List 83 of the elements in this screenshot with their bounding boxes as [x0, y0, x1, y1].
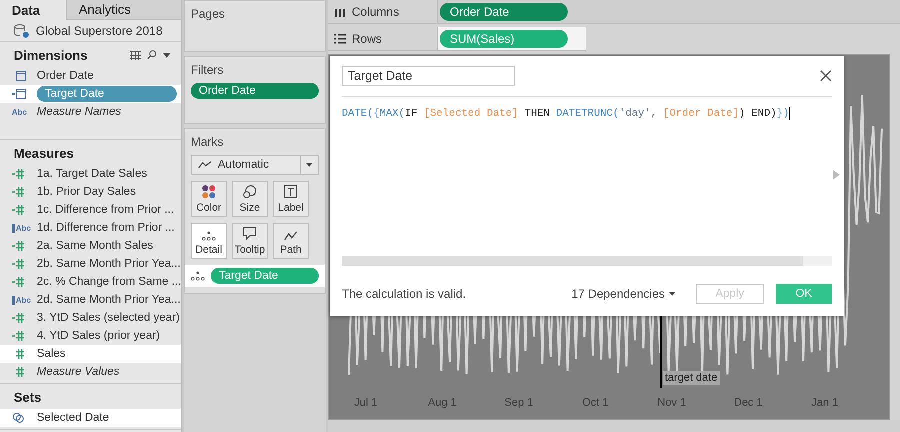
- field-row[interactable]: 3. YtD Sales (selected year): [0, 309, 181, 327]
- close-icon[interactable]: [820, 70, 832, 82]
- section-title: Measures: [14, 146, 74, 160]
- field-name: 1c. Difference from Prior ...: [37, 204, 174, 216]
- field-row[interactable]: 2b. Same Month Prior Yea...: [0, 255, 181, 273]
- field-name: 2d. Same Month Prior Yea...: [37, 294, 181, 306]
- card-title: Marks: [191, 135, 225, 149]
- formula-text: DATE({MAX(IF [Selected Date] THEN DATETRUNC('day', [Order Date]) END)}): [342, 108, 790, 120]
- detail-dots-icon: [202, 231, 216, 241]
- dropdown-caret-icon[interactable]: [163, 52, 171, 58]
- shelf-label: Columns: [352, 4, 400, 18]
- field-name: Selected Date: [37, 412, 110, 424]
- dependencies-dropdown[interactable]: 17 Dependencies: [572, 287, 684, 301]
- section-title: Dimensions: [14, 48, 88, 62]
- axis-label: Oct 1: [582, 397, 609, 409]
- field-name: 2b. Same Month Prior Yea...: [37, 258, 181, 270]
- field-row[interactable]: 2c. % Change from Same ...: [0, 273, 181, 291]
- axis-label: Dec 1: [734, 397, 763, 409]
- field-name: 4. YtD Sales (prior year): [37, 330, 160, 342]
- search-icon[interactable]: [147, 50, 157, 60]
- field-row[interactable]: 2a. Same Month Sales: [0, 237, 181, 255]
- field-row[interactable]: 4. YtD Sales (prior year): [0, 327, 181, 345]
- field-name: 1b. Prior Day Sales: [37, 186, 136, 198]
- set-icon: [12, 412, 26, 424]
- axis-label: Jan 1: [812, 397, 838, 409]
- line-icon: [198, 161, 212, 169]
- speech-bubble-icon: [243, 227, 257, 241]
- field-row[interactable]: Abc 2d. Same Month Prior Yea...: [0, 291, 181, 309]
- shelf-label: Rows: [352, 32, 382, 46]
- field-row[interactable]: Sales: [0, 345, 181, 363]
- color-dots-icon: [202, 185, 216, 199]
- shelf-pill[interactable]: Order Date: [440, 2, 568, 20]
- data-source-name: Global Superstore 2018: [36, 24, 163, 38]
- card-title: Filters: [191, 63, 225, 77]
- field-name: Sales: [37, 348, 66, 360]
- caret-icon: [669, 292, 676, 296]
- section-title: Sets: [14, 390, 42, 404]
- field-name: 2c. % Change from Same ...: [37, 276, 182, 288]
- axis-label: Nov 1: [658, 397, 686, 409]
- field-row[interactable]: Selected Date: [0, 409, 181, 427]
- axis-label: Sep 1: [504, 397, 534, 409]
- annotation-label: target date: [663, 371, 720, 385]
- field-row[interactable]: Abc 1d. Difference from Prior ...: [0, 219, 181, 237]
- marks-card-button[interactable]: Size: [232, 181, 268, 217]
- field-name: 1a. Target Date Sales: [37, 168, 148, 180]
- dropdown-caret-icon: [306, 163, 313, 167]
- card-title: Pages: [191, 7, 226, 21]
- sidebar-tab[interactable]: Analytics: [66, 0, 181, 20]
- database-icon: [14, 24, 30, 38]
- mark-type-dropdown[interactable]: Automatic: [191, 155, 319, 175]
- field-name: Order Date: [37, 70, 94, 82]
- path-line-icon: [284, 231, 298, 241]
- type-label: Abc: [12, 224, 32, 232]
- filter-pill[interactable]: Order Date: [191, 83, 319, 99]
- type-label: Abc: [12, 296, 32, 304]
- field-name: Measure Names: [37, 106, 122, 118]
- field-name: 3. YtD Sales (selected year): [37, 312, 180, 324]
- status-message: The calculation is valid.: [342, 287, 468, 301]
- marks-card-button[interactable]: Path: [273, 223, 309, 259]
- field-row[interactable]: 1c. Difference from Prior ...: [0, 201, 181, 219]
- marks-card-button[interactable]: Tooltip: [232, 223, 268, 259]
- horizontal-scrollbar[interactable]: [342, 256, 832, 266]
- field-row[interactable]: 1b. Prior Day Sales: [0, 183, 181, 201]
- rows-icon: [334, 34, 346, 44]
- axis-label: Aug 1: [428, 397, 457, 409]
- axis-label: Jul 1: [354, 397, 378, 409]
- type-label: Abc: [12, 108, 28, 116]
- marks-card-button[interactable]: Detail: [191, 223, 227, 259]
- size-icon: [243, 185, 257, 199]
- calculation-name-field[interactable]: Target Date: [342, 66, 515, 86]
- marks-card-button[interactable]: Color: [191, 181, 227, 217]
- field-row[interactable]: Order Date: [0, 67, 181, 85]
- field-row[interactable]: Abc Measure Names: [0, 103, 181, 121]
- grid-view-icon[interactable]: [130, 50, 141, 60]
- columns-icon: [334, 6, 346, 16]
- field-name: 1d. Difference from Prior ...: [37, 222, 175, 234]
- field-row[interactable]: 1a. Target Date Sales: [0, 165, 181, 183]
- field-name: 2a. Same Month Sales: [37, 240, 154, 252]
- label-icon: [284, 185, 298, 199]
- marks-card-button[interactable]: Label: [273, 181, 309, 217]
- field-name: Measure Values: [37, 366, 120, 378]
- field-row[interactable]: Measure Values: [0, 363, 181, 381]
- detail-dots-icon: [191, 271, 205, 281]
